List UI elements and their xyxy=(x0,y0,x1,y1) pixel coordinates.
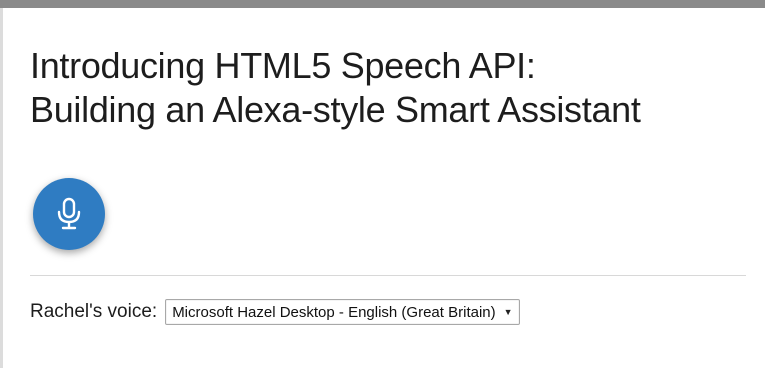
voice-select[interactable]: Microsoft Hazel Desktop - English (Great… xyxy=(165,299,520,325)
top-border xyxy=(0,0,765,8)
microphone-button[interactable] xyxy=(33,178,105,250)
page-title: Introducing HTML5 Speech API: Building a… xyxy=(30,44,641,132)
page-title-line-1: Introducing HTML5 Speech API: xyxy=(30,45,536,86)
left-border xyxy=(0,8,3,368)
microphone-icon xyxy=(57,197,81,230)
page-title-line-2: Building an Alexa-style Smart Assistant xyxy=(30,89,641,130)
voice-selector-row: Rachel's voice: Microsoft Hazel Desktop … xyxy=(30,296,520,328)
divider xyxy=(30,275,746,276)
voice-select-value: Microsoft Hazel Desktop - English (Great… xyxy=(172,303,496,321)
dropdown-arrow-icon: ▼ xyxy=(503,307,513,317)
voice-label: Rachel's voice: xyxy=(30,301,158,322)
